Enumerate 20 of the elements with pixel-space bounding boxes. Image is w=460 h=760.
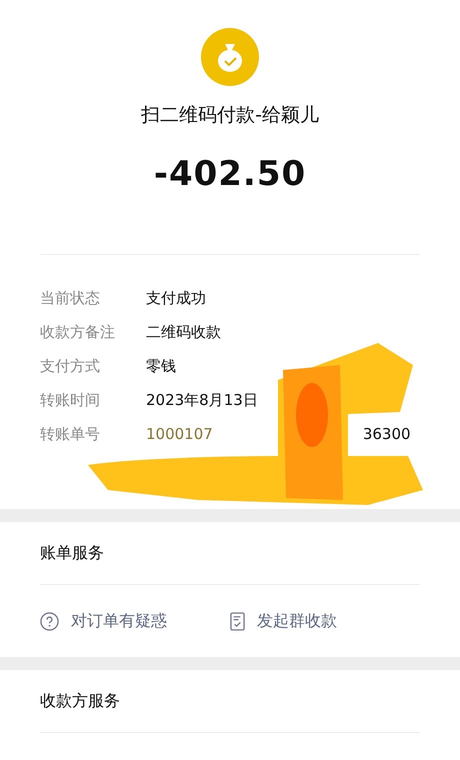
money-bag-icon — [201, 28, 259, 86]
payment-title: 扫二维码付款-给颖儿 — [141, 103, 319, 128]
section-title: 收款方服务 — [39, 690, 121, 712]
detail-label: 转账时间 — [40, 390, 101, 410]
detail-label: 收款方备注 — [40, 322, 116, 342]
detail-value: 2023年8月13日 — [146, 390, 258, 410]
detail-value: 零钱 — [146, 356, 176, 376]
detail-label: 转账单号 — [40, 424, 101, 444]
detail-label: 支付方式 — [40, 356, 101, 376]
detail-value: 1000107 — [146, 425, 213, 443]
action-link[interactable]: 对订单有疑惑 — [40, 610, 230, 632]
detail-label: 当前状态 — [40, 288, 101, 308]
action-link[interactable]: 发起群收款 — [230, 610, 420, 632]
payment-amount: -402.50 — [154, 154, 306, 194]
detail-value: 36300 — [362, 425, 411, 443]
help-icon — [40, 612, 59, 630]
detail-value: 二维码收款 — [146, 322, 221, 342]
section-title: 账单服务 — [39, 542, 105, 564]
document-check-icon — [230, 612, 245, 630]
detail-value: 支付成功 — [146, 288, 206, 308]
